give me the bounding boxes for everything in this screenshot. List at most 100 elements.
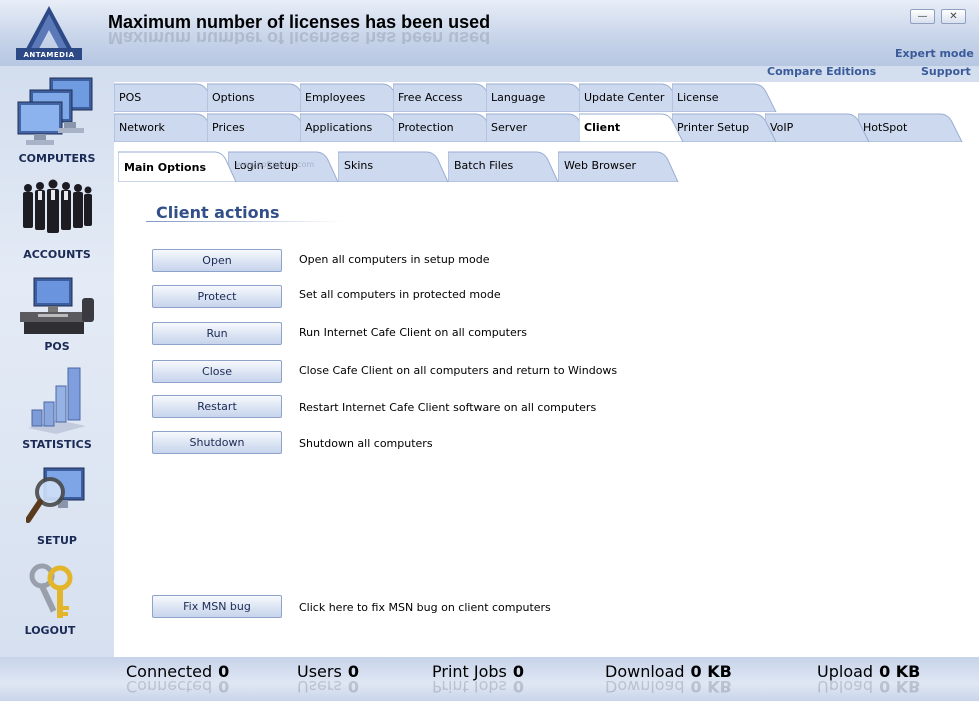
tab-label: Options [212,91,255,104]
reflection-text: 0 [218,681,230,693]
status-download-value: 0 KB [690,662,732,681]
reflection-text: 0 [347,681,359,693]
tab-label: Server [491,121,528,134]
tab-label: Protection [398,121,454,134]
computers-icon [17,77,93,145]
status-connected-value: 0 [218,662,230,681]
subtab-row: Login setup Skins Batch Files Web Browse… [118,150,688,182]
status-print-jobs-value: 0 [512,662,525,681]
pos-icon [20,277,94,334]
tab-label: Employees [305,91,366,104]
protect-description: Set all computers in protected mode [299,288,501,301]
sidebar-label-setup: SETUP [37,534,77,547]
watermark: www.softpedia.com [236,160,315,169]
reflection-text: Upload [817,681,874,693]
tab-row-2: Network Prices Applications Protection S… [114,112,974,142]
subtab-batch-files[interactable]: Batch Files [448,150,563,182]
sidebar-item-setup[interactable]: SETUP [0,466,114,554]
reflection-text: Connected [126,681,213,693]
logo-text: ANTAMEDIA [23,51,75,59]
run-button[interactable]: Run [152,322,282,345]
shutdown-button[interactable]: Shutdown [152,431,282,454]
section-title: Client actions [156,203,280,222]
sidebar-item-statistics[interactable]: STATISTICS [0,366,114,458]
status-connected: Connected 0 [126,662,229,681]
sidebar-label-pos: POS [44,340,70,353]
reflection-text: 0 KB [690,681,732,693]
tab-label: License [677,91,719,104]
sidebar-item-accounts[interactable]: ACCOUNTS [0,178,114,264]
tab-label: Update Center [584,91,665,104]
reflection-text: 0 [512,681,525,693]
fix-msn-bug-button[interactable]: Fix MSN bug [152,595,282,618]
status-reflection: Connected 0 [126,681,229,693]
window-title-reflection: Maximum number of licenses has been used [108,32,491,44]
tab-label: Prices [212,121,245,134]
sidebar-item-logout[interactable]: LOGOUT [0,562,114,646]
status-users: Users 0 [297,662,359,681]
tab-label: Applications [305,121,373,134]
sidebar-label-statistics: STATISTICS [22,438,92,451]
sidebar-label-computers: COMPUTERS [18,152,96,165]
tab-label: Client [584,121,621,134]
protect-button[interactable]: Protect [152,285,282,308]
expert-mode-link[interactable]: Expert mode [895,47,974,60]
sidebar-item-computers[interactable]: COMPUTERS [0,76,114,166]
subtab-main-options[interactable]: Main Options [118,150,243,182]
accounts-icon [23,179,92,233]
status-users-value: 0 [347,662,359,681]
sidebar-item-pos[interactable]: POS [0,274,114,358]
status-print-jobs: Print Jobs 0 [432,662,524,681]
status-upload-value: 0 KB [879,662,921,681]
status-reflection: Users 0 [297,681,359,693]
status-download-label: Download [605,662,685,681]
subtab-web-browser[interactable]: Web Browser [558,150,683,182]
status-reflection: Download 0 KB [605,681,732,693]
tab-label: Network [119,121,165,134]
setup-icon [26,467,85,523]
status-upload: Upload 0 KB [817,662,920,681]
subtab-skins[interactable]: Skins [338,150,453,182]
status-connected-label: Connected [126,662,213,681]
status-print-jobs-label: Print Jobs [432,662,507,681]
support-link[interactable]: Support [921,65,971,78]
sidebar: COMPUTERS ACCOUNTS POS STATISTICS SETUP … [0,66,114,671]
fix-msn-bug-description: Click here to fix MSN bug on client comp… [299,601,551,614]
reflection-text: 0 KB [879,681,921,693]
tab-client[interactable]: Client [579,112,689,142]
reflection-text: Download [605,681,685,693]
reflection-text: Users [297,681,342,693]
statistics-icon [28,367,86,434]
sidebar-label-logout: LOGOUT [24,624,76,637]
compare-editions-link[interactable]: Compare Editions [767,65,876,78]
status-download: Download 0 KB [605,662,732,681]
subtab-label: Skins [344,159,374,172]
header-bar: ANTAMEDIA Maximum number of licenses has… [0,0,979,66]
status-reflection: Upload 0 KB [817,681,920,693]
shutdown-description: Shutdown all computers [299,437,433,450]
tab-row-1: POS Options Employees Free Access Langua… [114,82,777,112]
restart-button[interactable]: Restart [152,395,282,418]
close-button[interactable]: ✕ [941,9,966,24]
reflection-text: Print Jobs [432,681,507,693]
subtab-label: Web Browser [564,159,637,172]
tab-license[interactable]: License [672,82,782,112]
status-upload-label: Upload [817,662,874,681]
run-description: Run Internet Cafe Client on all computer… [299,326,527,339]
sidebar-label-accounts: ACCOUNTS [23,248,91,261]
status-users-label: Users [297,662,342,681]
restart-description: Restart Internet Cafe Client software on… [299,401,597,414]
tab-label: Free Access [398,91,463,104]
open-button[interactable]: Open [152,249,282,272]
section-divider [146,221,346,222]
subtab-label: Batch Files [454,159,514,172]
subtab-label: Main Options [124,161,206,174]
tab-label: Language [491,91,546,104]
window-title: Maximum number of licenses has been used [108,12,491,32]
minimize-button[interactable]: — [910,9,935,24]
tab-label: POS [119,91,142,104]
status-reflection: Print Jobs 0 [432,681,524,693]
close-clients-button[interactable]: Close [152,360,282,383]
close-description: Close Cafe Client on all computers and r… [299,364,618,377]
open-description: Open all computers in setup mode [299,253,490,266]
